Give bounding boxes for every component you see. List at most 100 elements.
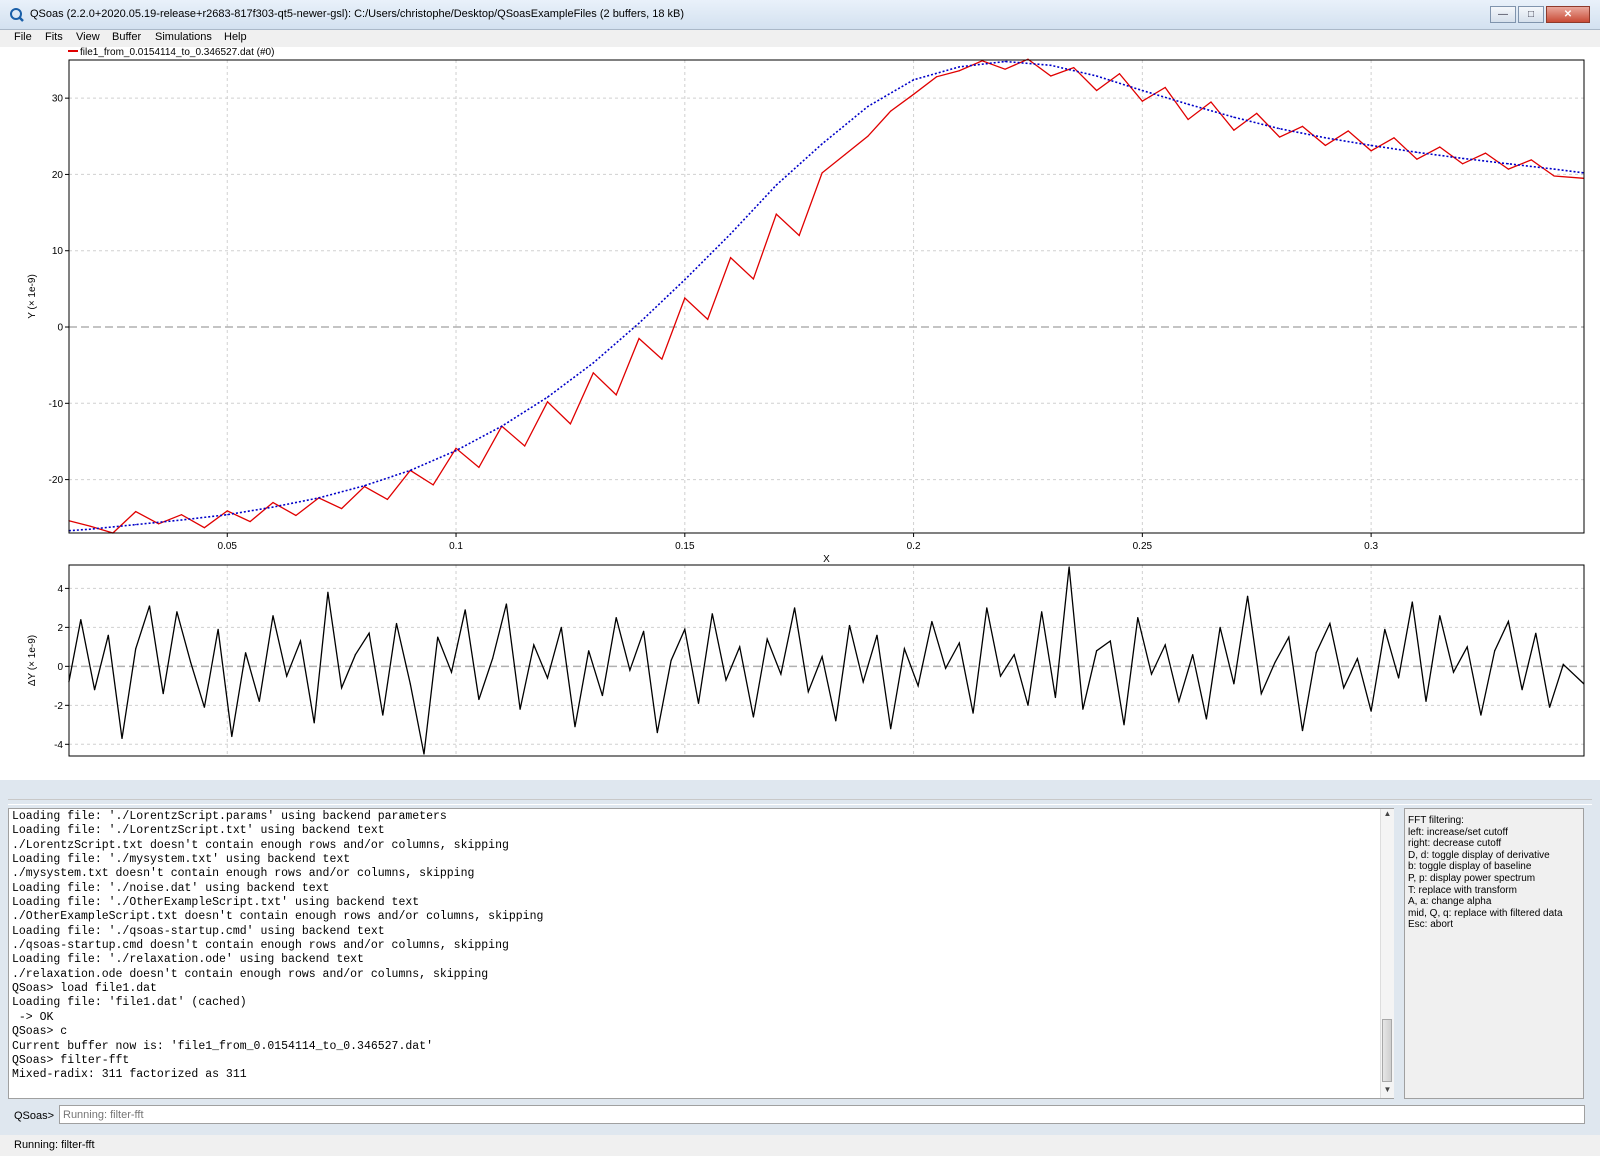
data-point (1187, 103, 1189, 105)
data-point (295, 514, 297, 517)
data-point (272, 501, 274, 504)
y-tick-label: 4 (57, 584, 63, 595)
data-point (203, 527, 205, 529)
data-point (1041, 611, 1043, 613)
data-point (519, 708, 521, 710)
data-point (313, 722, 315, 724)
data-point (135, 511, 137, 513)
data-point (1137, 617, 1139, 619)
data-point (318, 497, 320, 499)
data-point (798, 234, 800, 237)
menu-view[interactable]: View (76, 31, 100, 43)
data-point (643, 630, 645, 632)
title-bar: QSoas (2.2.0+2020.05.19-release+r2683-81… (0, 0, 1600, 30)
data-point (148, 605, 151, 607)
data-point (775, 184, 777, 186)
data-point (1384, 628, 1386, 630)
data-point (409, 683, 411, 685)
scroll-down-icon[interactable]: ▼ (1381, 1085, 1394, 1098)
splitter-handle[interactable] (8, 799, 1592, 805)
close-icon: ✕ (1563, 9, 1573, 20)
y-tick-label: 0 (57, 323, 63, 334)
console-output[interactable]: Loading file: './LorentzScript.params' u… (12, 810, 1380, 1097)
data-point (775, 213, 777, 215)
data-point (1462, 163, 1464, 165)
console-scrollbar[interactable]: ▲ ▼ (1380, 809, 1394, 1098)
command-input[interactable] (59, 1105, 1585, 1124)
maximize-button[interactable]: □ (1518, 6, 1544, 23)
data-point (1205, 718, 1208, 720)
menu-file[interactable]: File (14, 31, 32, 43)
data-point (1452, 671, 1455, 673)
data-point (258, 700, 260, 703)
menu-help[interactable]: Help (224, 31, 247, 43)
data-point (1192, 654, 1194, 656)
menu-buffer[interactable]: Buffer (112, 31, 141, 43)
data-point (794, 607, 796, 609)
data-point (382, 714, 384, 716)
console-line: ./LorentzScript.txt doesn't contain enou… (12, 838, 509, 852)
data-point (821, 656, 823, 658)
close-button[interactable]: ✕ (1546, 6, 1590, 23)
data-point (386, 498, 388, 501)
y-tick-label: -2 (54, 701, 63, 712)
data-point (780, 673, 782, 675)
scroll-up-icon[interactable]: ▲ (1381, 809, 1394, 822)
data-point (492, 657, 494, 660)
console-line: Loading file: './qsoas-startup.cmd' usin… (12, 924, 385, 938)
help-line: FFT filtering: (1408, 815, 1464, 826)
x-tick-label: 0.25 (1133, 541, 1153, 552)
minimize-button[interactable]: — (1490, 6, 1516, 23)
data-point (725, 679, 727, 681)
help-line: A, a: change alpha (1408, 896, 1492, 908)
data-point (638, 322, 640, 324)
data-point (272, 615, 274, 617)
data-point (945, 667, 947, 669)
data-point (1484, 152, 1487, 154)
data-point (1095, 89, 1098, 92)
help-line: b: toggle display of baseline (1408, 861, 1532, 873)
plot-canvas[interactable]: file1_from_0.0154114_to_0.346527.dat (#0… (0, 47, 1600, 780)
data-point (670, 659, 672, 662)
data-point (588, 650, 590, 652)
prompt-label: QSoas> (14, 1110, 55, 1122)
data-point (1329, 622, 1331, 625)
data-point (244, 652, 247, 654)
data-point (1393, 137, 1395, 139)
y-tick-label: 0 (57, 662, 63, 673)
data-point (1027, 704, 1029, 706)
data-point (972, 712, 974, 714)
data-point (1343, 687, 1345, 689)
data-point (844, 154, 846, 156)
data-point (1256, 112, 1258, 115)
data-point (432, 484, 434, 486)
data-point (478, 466, 480, 468)
data-point (1219, 626, 1221, 628)
y-tick-label: 2 (57, 623, 63, 634)
qsoas-app-icon (10, 8, 24, 22)
data-point (1279, 136, 1281, 138)
menu-fits[interactable]: Fits (45, 31, 63, 43)
maximize-icon: □ (1527, 9, 1535, 20)
data-point (1288, 636, 1290, 638)
y-tick-label: -20 (49, 475, 64, 486)
scroll-thumb[interactable] (1382, 1019, 1392, 1082)
data-point (1013, 654, 1015, 656)
data-point (560, 626, 562, 628)
data-point (1553, 168, 1555, 170)
data-point (1150, 673, 1153, 675)
data-point (766, 638, 768, 640)
data-point (121, 737, 123, 740)
console-line: Current buffer now is: 'file1_from_0.015… (12, 1039, 433, 1053)
data-point (190, 661, 192, 664)
data-point (231, 735, 233, 738)
data-point (1507, 620, 1509, 623)
data-point (327, 591, 329, 593)
data-point (1233, 129, 1235, 131)
help-line: Esc: abort (1408, 919, 1454, 931)
data-point (1068, 566, 1070, 568)
y-tick-label: 20 (52, 170, 64, 181)
y-tick-label: -4 (54, 740, 63, 751)
menu-simulations[interactable]: Simulations (155, 31, 212, 43)
minimize-icon: — (1498, 9, 1508, 20)
